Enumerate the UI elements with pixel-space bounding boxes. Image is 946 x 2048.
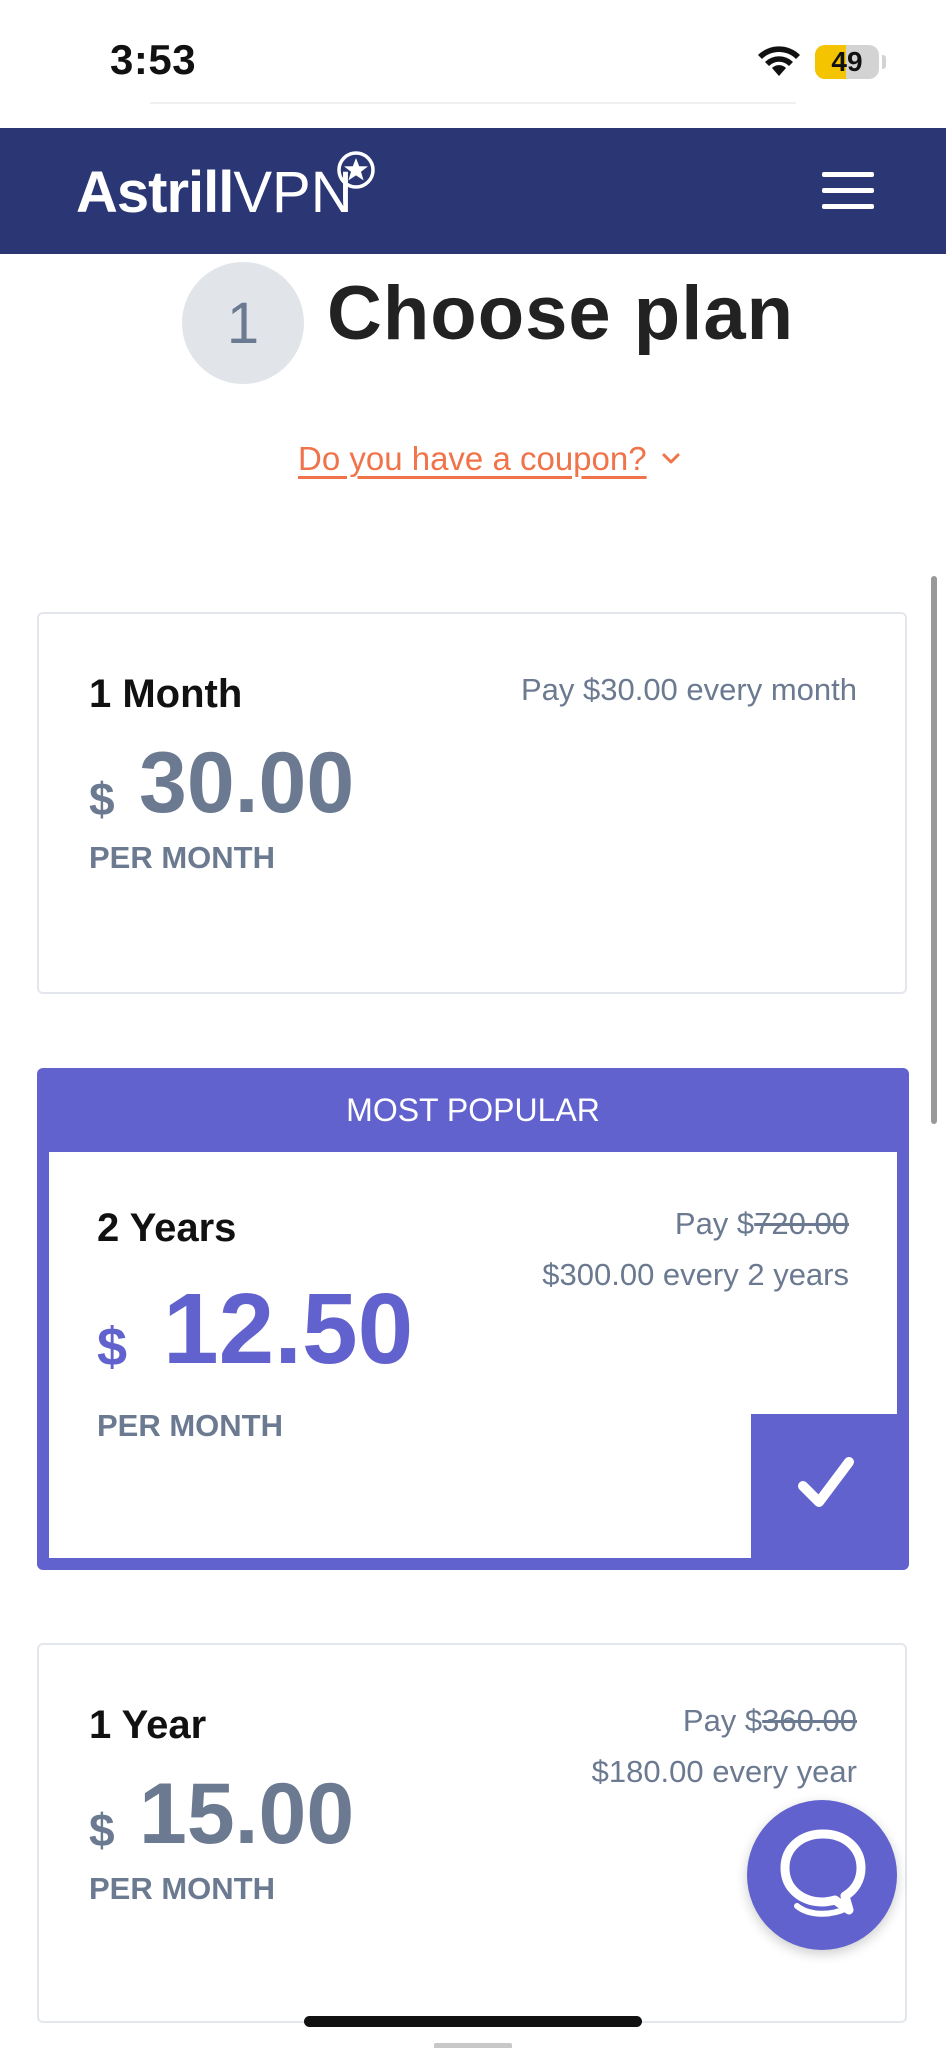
- checkmark-icon: [798, 1457, 854, 1507]
- plan-pay-info: Pay $720.00 $300.00 every 2 years: [542, 1198, 849, 1300]
- pay-original-price: 720.00: [754, 1206, 849, 1241]
- status-divider: [150, 102, 796, 104]
- astrill-logo[interactable]: AstrillVPN: [76, 151, 375, 228]
- status-time: 3:53: [110, 36, 197, 83]
- pay-line-total: $300.00 every 2 years: [542, 1257, 849, 1292]
- plan-card-body: 2 Years Pay $720.00 $300.00 every 2 year…: [49, 1152, 897, 1558]
- pay-line-original: Pay $360.00: [592, 1695, 857, 1746]
- price-currency: $: [89, 773, 115, 825]
- status-bar: 3:53 49: [0, 0, 946, 128]
- plan-pay-info: Pay $30.00 every month: [521, 664, 857, 715]
- home-indicator: [304, 2016, 642, 2027]
- coupon-toggle-link[interactable]: Do you have a coupon?: [298, 440, 647, 478]
- bottom-sheet-handle: [434, 2043, 512, 2048]
- selected-indicator: [751, 1414, 897, 1558]
- plan-card-1-month[interactable]: 1 Month Pay $30.00 every month $ 30.00 P…: [37, 612, 907, 994]
- plan-price: $ 15.00: [89, 1765, 489, 1865]
- plan-name: 2 Years: [97, 1206, 237, 1250]
- pay-prefix: Pay $: [674, 1206, 755, 1241]
- menu-icon[interactable]: [822, 172, 874, 210]
- pay-line-original: Pay $720.00: [542, 1198, 849, 1249]
- plan-name: 1 Month: [89, 672, 243, 716]
- chat-button[interactable]: [747, 1800, 897, 1950]
- pay-line: Pay $30.00 every month: [520, 672, 857, 707]
- price-amount: 30.00: [139, 735, 355, 831]
- scrollbar[interactable]: [931, 576, 937, 1124]
- battery-nub: [882, 55, 886, 69]
- price-period: PER MONTH: [89, 1871, 275, 1906]
- chevron-down-icon[interactable]: [660, 451, 682, 467]
- star-badge-icon: [337, 151, 375, 189]
- price-amount: 12.50: [163, 1273, 414, 1385]
- price-period: PER MONTH: [89, 840, 275, 875]
- plan-name: 1 Year: [89, 1703, 207, 1747]
- battery-icon: 49: [815, 45, 879, 79]
- battery-level: 49: [831, 46, 863, 77]
- pay-original-price: 360.00: [762, 1703, 857, 1738]
- top-navbar: AstrillVPN: [0, 128, 946, 254]
- pay-prefix: Pay $: [682, 1703, 763, 1738]
- logo-text-light: VPN: [233, 160, 353, 225]
- plan-price: $ 12.50: [97, 1272, 517, 1385]
- logo-text-bold: Astrill: [76, 160, 234, 225]
- step-number-badge: 1: [182, 262, 304, 384]
- plan-pay-info: Pay $360.00 $180.00 every year: [592, 1695, 857, 1797]
- plan-price: $ 30.00: [89, 734, 489, 834]
- price-period: PER MONTH: [97, 1408, 283, 1443]
- wifi-icon: [758, 46, 800, 76]
- most-popular-badge: MOST POPULAR: [346, 1091, 600, 1128]
- price-currency: $: [97, 1317, 128, 1377]
- pay-line-total: $180.00 every year: [591, 1754, 857, 1789]
- price-amount: 15.00: [139, 1766, 355, 1862]
- chat-bubble-icon: [780, 1829, 866, 1917]
- page-title: Choose plan: [327, 271, 795, 356]
- price-currency: $: [89, 1804, 115, 1856]
- plan-card-2-years[interactable]: MOST POPULAR 2 Years Pay $720.00 $300.00…: [37, 1068, 909, 1570]
